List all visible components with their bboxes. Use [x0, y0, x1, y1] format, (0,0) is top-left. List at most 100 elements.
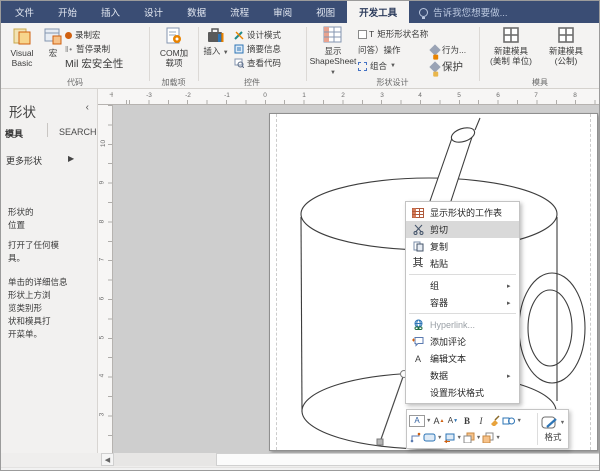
- operations-button[interactable]: 问答）操作: [358, 44, 401, 56]
- tab-view[interactable]: 视图: [304, 1, 347, 23]
- tab-review[interactable]: 审阅: [261, 1, 304, 23]
- comment-icon: [406, 336, 430, 347]
- com-addins-button[interactable]: COM加载项: [153, 26, 195, 68]
- summary-info-button[interactable]: 摘要信息: [234, 43, 281, 55]
- tab-insert[interactable]: 插入: [89, 1, 132, 23]
- visual-basic-icon: [12, 26, 32, 46]
- macros-button[interactable]: 宏: [42, 26, 64, 58]
- tab-search[interactable]: SEARCH: [59, 127, 97, 137]
- protection-lock-icon: [429, 61, 440, 72]
- text-style-box[interactable]: A▼: [409, 413, 431, 428]
- tab-file[interactable]: 文件: [3, 1, 46, 23]
- horizontal-ruler[interactable]: -3 -2 -1 0 1 2 3 4 5 6 7 8: [113, 89, 600, 105]
- dropdown-arrow-icon: ▼: [223, 50, 229, 56]
- menu-item-show-shapesheet[interactable]: 显示形状的工作表: [406, 204, 519, 221]
- insert-control-button[interactable]: 插入 ▼: [201, 26, 231, 58]
- menu-item-hyperlink[interactable]: Hyperlink...: [406, 316, 519, 333]
- submenu-arrow-icon: ▸: [507, 299, 519, 307]
- sidebar-text: 单击的详细信息 形状上方浏 览类别形 状和模具打 开菜单。: [8, 276, 68, 341]
- record-macro-icon: [65, 32, 72, 39]
- grow-font-button[interactable]: A▲: [432, 413, 445, 428]
- tab-divider: [47, 123, 48, 137]
- combine-button[interactable]: 组合 ▼: [358, 60, 396, 72]
- menu-item-copy[interactable]: 复制: [406, 238, 519, 255]
- tab-home[interactable]: 开始: [46, 1, 89, 23]
- line-end-handle: [377, 439, 383, 445]
- bold-button[interactable]: B: [460, 413, 473, 428]
- italic-button[interactable]: I: [474, 413, 487, 428]
- show-shapesheet-button[interactable]: 显示 ShapeSheet ▼: [309, 26, 357, 78]
- summary-info-icon: [234, 44, 244, 54]
- quick-style-button[interactable]: ▼: [541, 416, 565, 431]
- tell-me-box[interactable]: 告诉我您想要做...: [409, 1, 517, 23]
- shape-name-button[interactable]: T 矩形形状名称: [358, 28, 428, 40]
- dropdown-arrow-icon: ▼: [330, 70, 336, 76]
- menu-item-cut[interactable]: 剪切: [406, 221, 519, 238]
- menu-item-container[interactable]: 容器 ▸: [406, 294, 519, 311]
- ribbon-tab-bar: 文件 开始 插入 设计 数据 流程 审阅 视图 开发工具 告诉我您想要做...: [1, 1, 600, 23]
- menu-item-data[interactable]: 数据 ▸: [406, 367, 519, 384]
- connector-icon[interactable]: [409, 430, 422, 445]
- pause-recording-button[interactable]: ‖• 暂停录制: [65, 43, 110, 55]
- shapes-panel: 形状 ‹ 模具 SEARCH 更多形状 ▶ 形状的 位置 打开了任何模 具。 单…: [1, 89, 98, 453]
- tell-me-label: 告诉我您想要做...: [433, 5, 507, 19]
- tab-data[interactable]: 数据: [175, 1, 218, 23]
- scroll-left-icon[interactable]: ◀: [101, 453, 114, 466]
- toolbar-divider: [537, 413, 538, 445]
- format-painter-icon[interactable]: [488, 413, 501, 428]
- macros-icon: [43, 26, 63, 46]
- bring-forward-icon[interactable]: ▼: [463, 430, 481, 445]
- group-separator: [149, 27, 150, 81]
- context-menu: 显示形状的工作表 剪切 复制 其 粘贴 组 ▸ 容器 ▸: [405, 201, 520, 404]
- more-shapes-button[interactable]: 更多形状: [6, 154, 42, 167]
- macro-security-button[interactable]: Mil 宏安全性: [65, 56, 123, 71]
- menu-item-paste[interactable]: 其 粘贴: [406, 255, 519, 272]
- shape-style-icon[interactable]: ▼: [502, 413, 521, 428]
- shapesheet-icon: [323, 26, 343, 44]
- shape-design-group-label: 形状设计: [306, 77, 479, 88]
- dropdown-arrow-icon: ▼: [390, 63, 396, 69]
- drawing-canvas[interactable]: [113, 105, 600, 453]
- design-mode-button[interactable]: 设计模式: [234, 29, 281, 41]
- view-code-button[interactable]: 查看代码: [234, 57, 281, 69]
- behavior-button[interactable]: 行为...: [431, 44, 466, 56]
- new-stencil-icon: [502, 26, 520, 44]
- shape-name-icon: T: [358, 29, 374, 39]
- visio-window: 文件 开始 插入 设计 数据 流程 审阅 视图 开发工具 告诉我您想要做... …: [0, 0, 600, 471]
- tab-stencils[interactable]: 模具: [5, 127, 23, 140]
- design-mode-icon: [234, 30, 244, 40]
- tab-process[interactable]: 流程: [218, 1, 261, 23]
- shrink-font-button[interactable]: A▼: [446, 413, 459, 428]
- vertical-ruler[interactable]: 10 9 8 7 6 5 4 3: [98, 105, 113, 453]
- tab-design[interactable]: 设计: [132, 1, 175, 23]
- code-group-label: 代码: [1, 77, 149, 88]
- sidebar-text: 打开了任何模 具。: [8, 239, 59, 265]
- sidebar-text: 形状的 位置: [8, 206, 34, 232]
- send-backward-icon[interactable]: ▼: [482, 430, 500, 445]
- insert-control-icon: [206, 26, 226, 44]
- com-addins-icon: [164, 26, 184, 46]
- new-stencil-us-button[interactable]: 新建模具 (美制 单位): [483, 26, 539, 66]
- submenu-arrow-icon: ▸: [507, 372, 519, 380]
- group-separator: [479, 27, 480, 81]
- callout-icon[interactable]: ▼: [443, 430, 461, 445]
- lightbulb-icon: [419, 8, 428, 17]
- horizontal-scrollbar-thumb[interactable]: [216, 453, 600, 466]
- menu-item-add-comment[interactable]: 添加评论: [406, 333, 519, 350]
- record-macro-button[interactable]: 录制宏: [65, 29, 101, 41]
- collapse-panel-icon[interactable]: ‹: [86, 102, 89, 113]
- menu-item-edit-text[interactable]: A 编辑文本: [406, 350, 519, 367]
- format-label: 格式: [544, 431, 561, 443]
- container-icon[interactable]: ▼: [423, 430, 442, 445]
- menu-item-format-shape[interactable]: 设置形状格式: [406, 384, 519, 401]
- tab-developer[interactable]: 开发工具: [347, 1, 409, 23]
- group-separator: [198, 27, 199, 81]
- new-stencil-metric-button[interactable]: 新建模具 (公制): [541, 26, 591, 66]
- hyperlink-icon: [406, 319, 430, 330]
- developer-ribbon: Visual Basic 宏 录制宏 ‖• 暂停录制 Mil 宏安全性 代码: [1, 23, 600, 89]
- protection-button[interactable]: 保护: [431, 59, 463, 74]
- mug-drawing[interactable]: [113, 105, 600, 453]
- visual-basic-button[interactable]: Visual Basic: [3, 26, 41, 68]
- mini-toolbar: A▼ A▲ A▼ B I ▼: [406, 409, 569, 449]
- menu-item-group[interactable]: 组 ▸: [406, 277, 519, 294]
